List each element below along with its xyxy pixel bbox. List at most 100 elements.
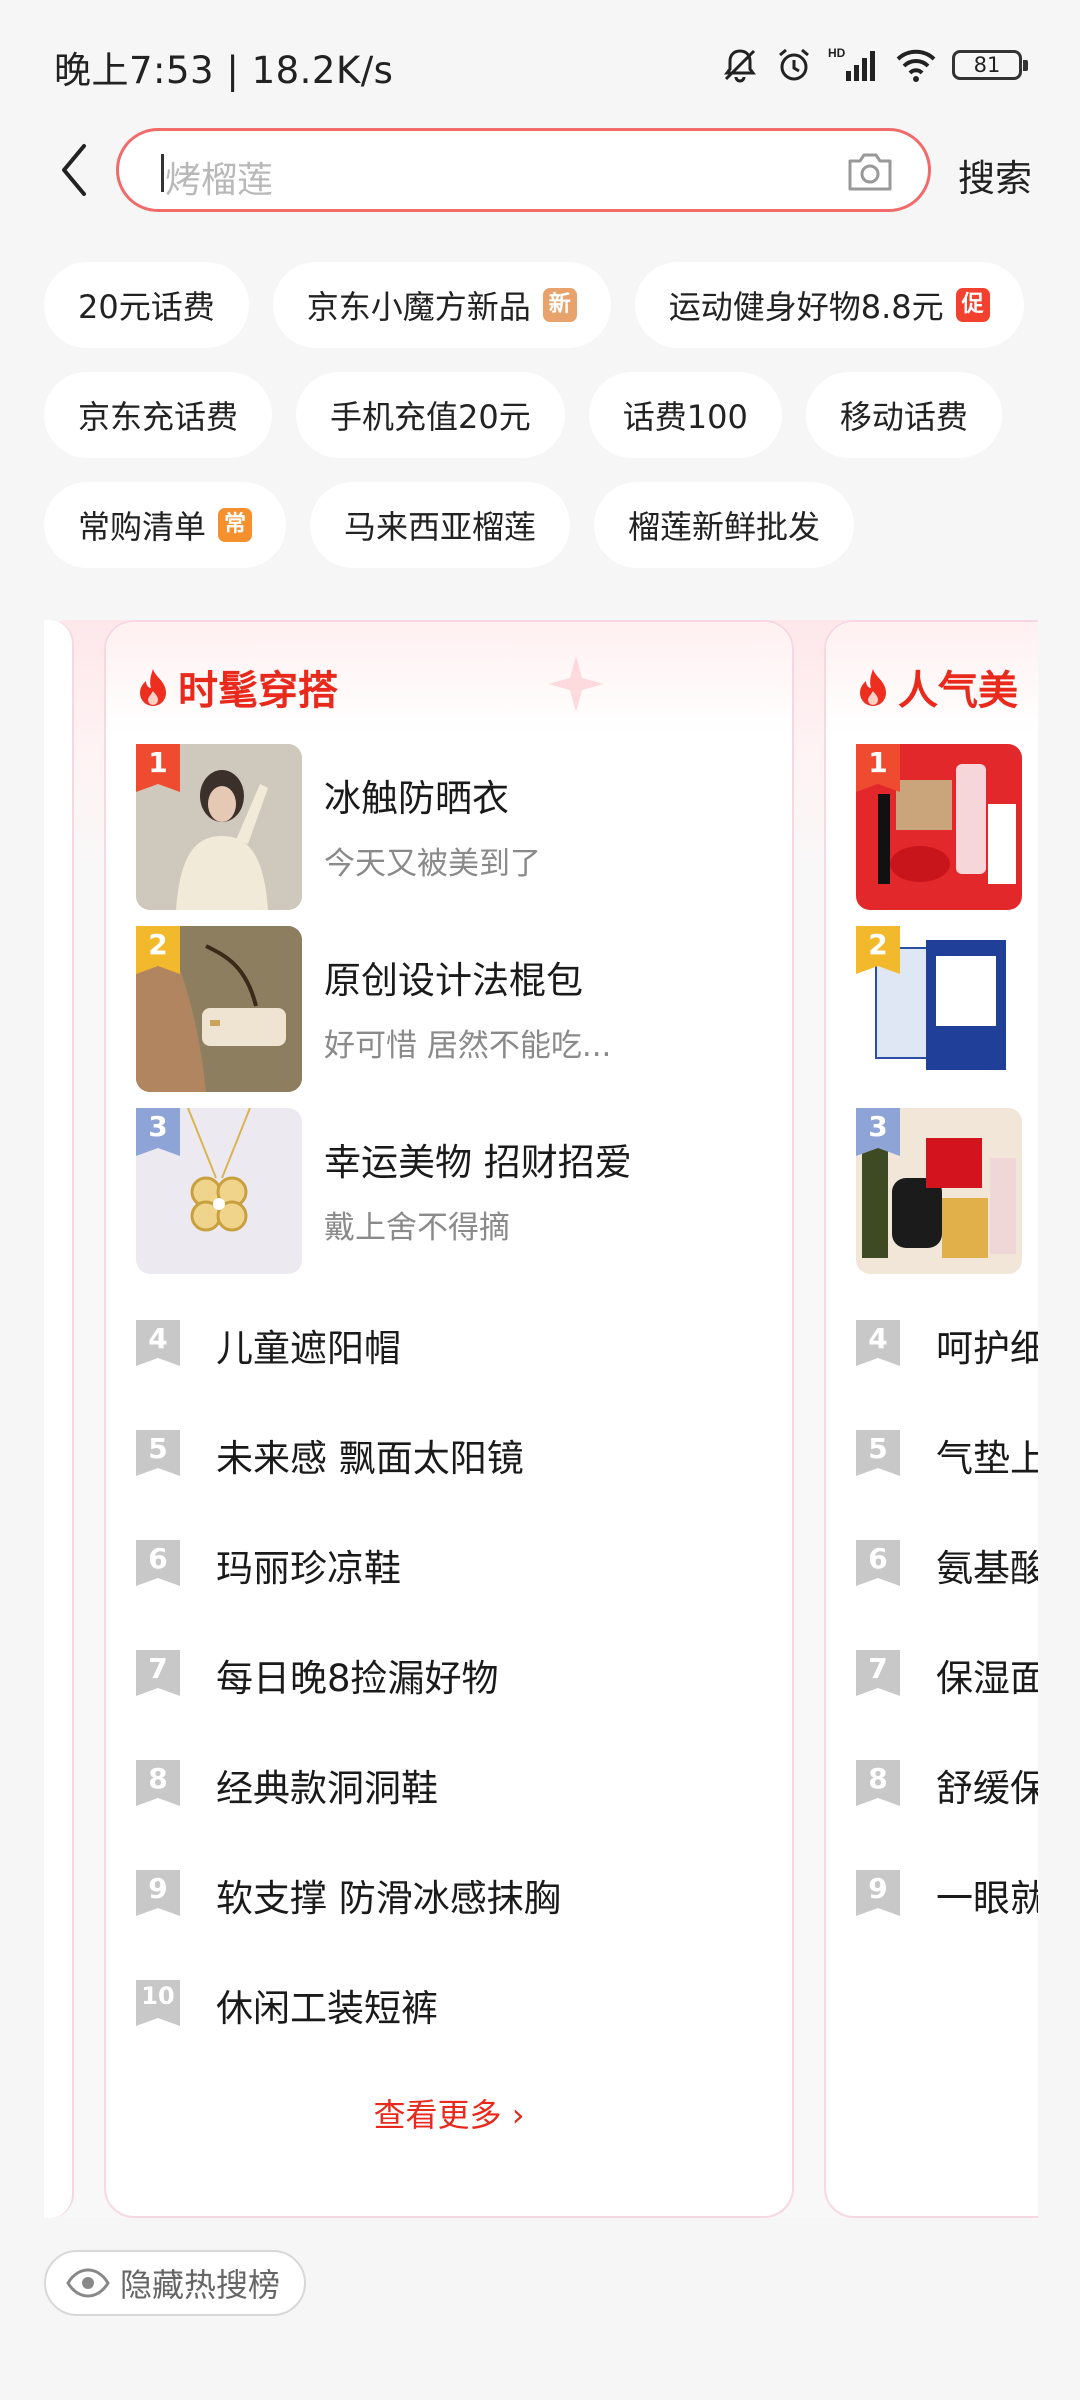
board-title[interactable]: 时髦穿搭 <box>136 658 338 716</box>
wifi-icon <box>896 49 936 82</box>
product-title: 冰触防晒衣 <box>324 777 509 820</box>
chip[interactable]: 20元话费 <box>44 262 249 348</box>
rank-list-item[interactable]: 9 一眼就 <box>856 1862 1038 1922</box>
chip[interactable]: 京东小魔方新品新 <box>272 262 611 348</box>
rank-list-item[interactable]: 9 软支撑 防滑冰感抹胸 <box>136 1862 776 1922</box>
signal-icon: HD <box>828 46 875 81</box>
rank-label: 未来感 飘面太阳镜 <box>216 1437 524 1480</box>
rank-list-item[interactable]: 5 未来感 飘面太阳镜 <box>136 1422 776 1482</box>
back-arrow-icon[interactable] <box>52 140 96 200</box>
board-title-text: 人气美 <box>898 668 1018 714</box>
chip[interactable]: 常购清单常 <box>44 482 287 568</box>
rank-number-badge: 7 <box>856 1650 900 1696</box>
board-title[interactable]: 人气美 <box>856 658 1018 716</box>
top-rank-item[interactable]: 2 原创设计法棍包 好可惜 居然不能吃... <box>136 926 776 1092</box>
chip[interactable]: 手机充值20元 <box>296 372 565 458</box>
rank-list-item[interactable]: 8 舒缓保 <box>856 1752 1038 1812</box>
status-time: 晚上7:53 | 18.2K/s <box>54 49 394 92</box>
rank-number-badge: 7 <box>136 1650 180 1696</box>
chip-row: 常购清单常 马来西亚榴莲 榴莲新鲜批发 <box>44 482 1044 568</box>
rank-number-badge: 8 <box>136 1760 180 1806</box>
rank-label: 氨基酸 <box>936 1547 1038 1590</box>
chip[interactable]: 移动话费 <box>805 372 1002 458</box>
product-subtitle: 好可惜 居然不能吃... <box>324 1028 612 1064</box>
chip[interactable]: 榴莲新鲜批发 <box>594 482 855 568</box>
top-rank-item[interactable]: 1 <box>856 744 1038 910</box>
flame-icon <box>140 669 166 706</box>
rank-number-badge: 8 <box>856 1760 900 1806</box>
flame-icon <box>860 669 886 706</box>
rank-number-badge: 5 <box>136 1430 180 1476</box>
chip-label: 京东充话费 <box>78 398 239 436</box>
rank-list-item[interactable]: 5 气垫上 <box>856 1422 1038 1482</box>
top-rank-item[interactable]: 2 <box>856 926 1038 1092</box>
chip[interactable]: 运动健身好物8.8元促 <box>634 262 1024 348</box>
rank-number-badge: 10 <box>136 1980 180 2026</box>
rank-number-badge: 9 <box>856 1870 900 1916</box>
rank-label: 气垫上 <box>936 1437 1038 1480</box>
search-input[interactable]: 烤榴莲 <box>116 128 931 212</box>
chip-label: 移动话费 <box>839 398 968 436</box>
chip-label: 运动健身好物8.8元 <box>668 288 944 326</box>
rank-list-item[interactable]: 6 氨基酸 <box>856 1532 1038 1592</box>
product-title: 原创设计法棍包 <box>324 959 583 1002</box>
chevron-right-icon: › <box>511 2096 525 2134</box>
search-button[interactable]: 搜索 <box>958 148 1032 202</box>
rank-list-item[interactable]: 4 儿童遮阳帽 <box>136 1312 776 1372</box>
rank-number-badge: 5 <box>856 1430 900 1476</box>
rank-list-item[interactable]: 7 每日晚8捡漏好物 <box>136 1642 776 1702</box>
product-subtitle: 今天又被美到了 <box>324 846 541 882</box>
rank-label: 一眼就 <box>936 1877 1038 1920</box>
frequent-tag-badge: 常 <box>218 508 253 542</box>
rank-list-item[interactable]: 8 经典款洞洞鞋 <box>136 1752 776 1812</box>
previous-board-peek[interactable] <box>44 620 74 2218</box>
ranking-board-fashion: 时髦穿搭 1 冰触防晒衣 今天又被美到了 2 原创设计法棍包 好可惜 居然不能吃… <box>104 620 794 2218</box>
promo-tag-badge: 促 <box>955 288 990 322</box>
battery-icon: 81 <box>952 50 1028 80</box>
product-title: 幸运美物 招财招爱 <box>324 1141 632 1184</box>
rank-badge-1: 1 <box>856 744 900 792</box>
chip-label: 榴莲新鲜批发 <box>628 508 821 546</box>
new-tag-badge: 新 <box>542 288 577 322</box>
rank-label: 舒缓保 <box>936 1767 1038 1810</box>
rank-label: 休闲工装短裤 <box>216 1987 438 2030</box>
chip-label: 话费100 <box>622 398 748 436</box>
status-icons: HD 81 <box>720 40 1028 90</box>
chip-row: 20元话费 京东小魔方新品新 运动健身好物8.8元促 <box>44 262 1044 348</box>
text-caret <box>161 154 164 192</box>
rank-badge-3: 3 <box>856 1108 900 1156</box>
rank-badge-3: 3 <box>136 1108 180 1156</box>
chip[interactable]: 京东充话费 <box>44 372 273 458</box>
rank-list-item[interactable]: 7 保湿面 <box>856 1642 1038 1702</box>
eye-icon <box>66 2268 110 2298</box>
ranking-carousel[interactable]: 时髦穿搭 1 冰触防晒衣 今天又被美到了 2 原创设计法棍包 好可惜 居然不能吃… <box>44 620 1038 2218</box>
search-placeholder: 烤榴莲 <box>165 160 274 201</box>
rank-number-badge: 6 <box>856 1540 900 1586</box>
rank-number-badge: 4 <box>136 1320 180 1366</box>
rank-number-badge: 6 <box>136 1540 180 1586</box>
rank-list-item[interactable]: 4 呵护细 <box>856 1312 1038 1372</box>
chip[interactable]: 话费100 <box>588 372 782 458</box>
rank-number-badge: 4 <box>856 1320 900 1366</box>
hide-hot-search-label: 隐藏热搜榜 <box>120 2266 281 2304</box>
see-more-label: 查看更多 <box>373 2096 502 2134</box>
chip-label: 手机充值20元 <box>330 398 531 436</box>
rank-badge-2: 2 <box>136 926 180 974</box>
rank-list-item[interactable]: 6 玛丽珍凉鞋 <box>136 1532 776 1592</box>
ranking-board-beauty[interactable]: 人气美 1 2 3 4 呵护细 5 气垫上 6 氨基酸 7 保湿面 8 舒缓保 … <box>824 620 1038 2218</box>
alarm-icon <box>779 48 809 81</box>
chip[interactable]: 马来西亚榴莲 <box>310 482 571 568</box>
hide-hot-search-button[interactable]: 隐藏热搜榜 <box>44 2250 307 2316</box>
rank-label: 玛丽珍凉鞋 <box>216 1547 401 1590</box>
top-rank-item[interactable]: 1 冰触防晒衣 今天又被美到了 <box>136 744 776 910</box>
chip-label: 20元话费 <box>78 288 215 326</box>
rank-badge-2: 2 <box>856 926 900 974</box>
camera-icon[interactable] <box>844 149 896 195</box>
see-more-link[interactable]: 查看更多 › <box>106 2090 792 2136</box>
status-bar: 晚上7:53 | 18.2K/s HD 81 <box>0 0 1080 128</box>
top-rank-item[interactable]: 3 幸运美物 招财招爱 戴上舍不得摘 <box>136 1108 776 1274</box>
rank-list-item[interactable]: 10 休闲工装短裤 <box>136 1972 776 2032</box>
top-rank-item[interactable]: 3 <box>856 1108 1038 1274</box>
rank-label: 儿童遮阳帽 <box>216 1327 401 1370</box>
chip-label: 京东小魔方新品 <box>306 288 531 326</box>
